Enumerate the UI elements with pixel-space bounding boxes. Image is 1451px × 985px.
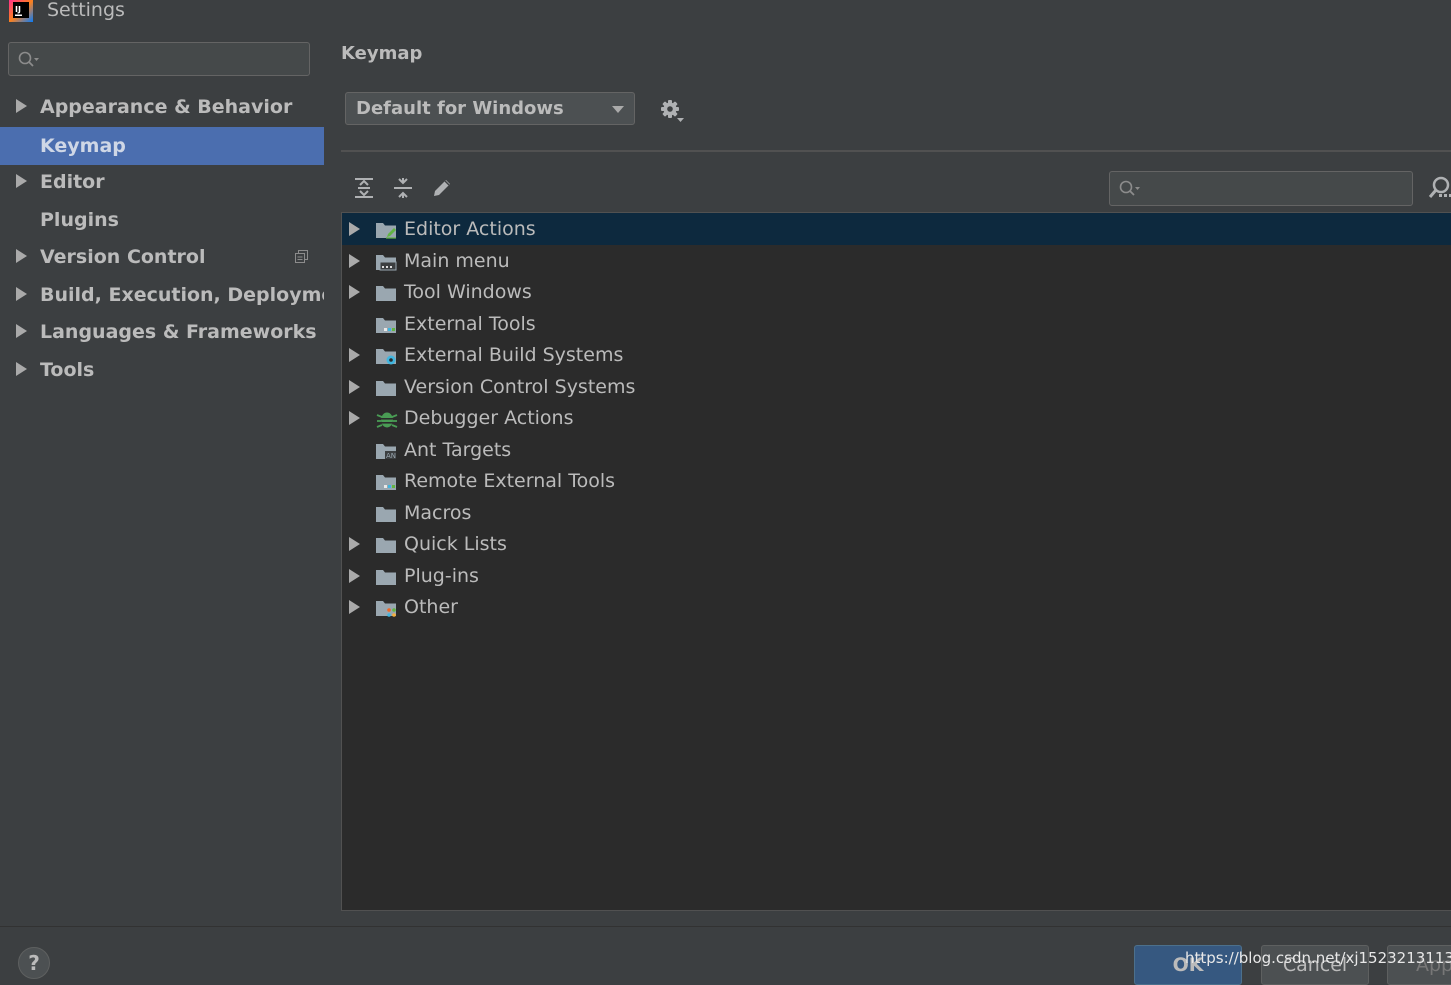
tree-row-label: Other	[404, 596, 458, 618]
folder-icon	[376, 569, 396, 585]
find-shortcut-icon[interactable]	[1427, 175, 1451, 203]
sidebar-item-appearance-behavior[interactable]: Appearance & Behavior	[0, 88, 324, 126]
tree-row-label: Remote External Tools	[404, 470, 616, 492]
sidebar-item-label: Appearance & Behavior	[40, 96, 293, 118]
folder-other-icon	[376, 601, 396, 617]
expand-arrow-icon[interactable]	[16, 174, 27, 188]
sidebar-item-version-control[interactable]: Version Control	[0, 238, 324, 276]
tree-row[interactable]: Quick Lists	[342, 528, 1451, 560]
tree-row-label: Plug-ins	[404, 564, 479, 587]
tree-row[interactable]: Other	[342, 591, 1451, 623]
svg-text:AN: AN	[386, 452, 396, 460]
sidebar-item-label: Version Control	[40, 246, 206, 268]
panel-splitter[interactable]	[324, 28, 341, 926]
expand-arrow-icon[interactable]	[349, 379, 360, 394]
keymap-action-tree[interactable]: Editor Actions Main menu Tool Windows Exter…	[341, 212, 1451, 911]
tree-row[interactable]: Editor Actions	[342, 213, 1451, 245]
keymap-scheme-select[interactable]: Default for Windows	[345, 92, 635, 125]
sidebar-item-label: Editor	[40, 171, 105, 193]
dialog-footer: ? OK Cancel Apply https://blog.csdn.net/…	[0, 926, 1451, 985]
folder-ant-icon: AN	[376, 443, 396, 460]
edit-shortcut-icon[interactable]	[430, 176, 454, 200]
folder-edit-icon	[376, 223, 396, 239]
folder-tools-icon	[376, 317, 396, 333]
bug-icon	[376, 412, 398, 428]
tree-row[interactable]: External Build Systems	[342, 339, 1451, 371]
search-icon	[18, 51, 39, 67]
tree-row-label: Tool Windows	[404, 281, 532, 303]
svg-text:IJ: IJ	[15, 5, 21, 14]
folder-icon	[376, 380, 396, 396]
title-bar: IJ Settings	[0, 0, 1451, 28]
folder-icon	[376, 286, 396, 301]
keymap-panel: Keymap Default for Windows Editor Action…	[341, 28, 1451, 926]
tree-row[interactable]: External Tools	[342, 308, 1451, 340]
sidebar-item-tools[interactable]: Tools	[0, 351, 324, 389]
sidebar-item-plugins[interactable]: Plugins	[0, 201, 324, 239]
action-search-input[interactable]	[1144, 175, 1388, 203]
folder-tools-icon	[376, 475, 396, 490]
action-search-field[interactable]	[1109, 171, 1413, 206]
copy-icon	[295, 250, 308, 263]
sidebar-item-label: Build, Execution, Deployment	[40, 284, 357, 306]
expand-arrow-icon[interactable]	[16, 249, 27, 263]
expand-arrow-icon[interactable]	[349, 537, 360, 551]
tree-row[interactable]: Macros	[342, 497, 1451, 529]
sidebar-item-label: Languages & Frameworks	[40, 321, 317, 343]
tree-row-label: Ant Targets	[404, 438, 512, 461]
expand-arrow-icon[interactable]	[349, 285, 360, 299]
tree-row-label: Main menu	[404, 249, 510, 272]
tree-row-label: Quick Lists	[404, 533, 507, 555]
sidebar-item-label: Plugins	[40, 209, 119, 231]
sidebar-item-keymap[interactable]: Keymap	[0, 127, 324, 165]
help-button[interactable]: ?	[18, 947, 50, 979]
expand-arrow-icon[interactable]	[16, 287, 27, 301]
tree-row[interactable]: Debugger Actions	[342, 402, 1451, 434]
expand-arrow-icon[interactable]	[349, 411, 360, 425]
collapse-all-icon[interactable]	[391, 176, 415, 200]
tree-row-label: Version Control Systems	[404, 375, 636, 398]
expand-arrow-icon[interactable]	[349, 222, 360, 236]
tree-row[interactable]: Tool Windows	[342, 276, 1451, 308]
expand-arrow-icon[interactable]	[16, 99, 27, 113]
expand-all-icon[interactable]	[352, 176, 376, 200]
folder-gear-icon	[376, 349, 396, 365]
sidebar-item-label: Keymap	[40, 135, 126, 157]
expand-arrow-icon[interactable]	[349, 600, 360, 614]
folder-menu-icon	[376, 254, 397, 270]
gear-icon[interactable]	[659, 98, 685, 124]
expand-arrow-icon[interactable]	[349, 568, 360, 583]
tree-row-label: External Build Systems	[404, 344, 624, 366]
expand-arrow-icon[interactable]	[16, 324, 27, 338]
tree-row[interactable]: Plug-ins	[342, 560, 1451, 592]
separator	[341, 150, 1451, 152]
tree-row[interactable]: Main menu	[342, 245, 1451, 277]
keymap-scheme-value: Default for Windows	[356, 98, 564, 119]
search-icon	[1119, 180, 1140, 196]
sidebar-search-field[interactable]	[8, 42, 310, 76]
tree-row[interactable]: Version Control Systems	[342, 371, 1451, 403]
sidebar-item-build-execution-deployment[interactable]: Build, Execution, Deployment	[0, 276, 357, 314]
sidebar-search-input[interactable]	[43, 46, 287, 74]
settings-sidebar: Appearance & Behavior Keymap Editor Plug…	[0, 28, 357, 926]
chevron-down-icon	[612, 106, 624, 113]
folder-icon	[376, 538, 396, 553]
window-title: Settings	[47, 0, 125, 21]
expand-arrow-icon[interactable]	[16, 362, 27, 376]
tree-row-label: Macros	[404, 501, 472, 524]
sidebar-item-label: Tools	[40, 359, 95, 381]
sidebar-item-languages-frameworks[interactable]: Languages & Frameworks	[0, 313, 324, 351]
folder-icon	[376, 506, 396, 522]
watermark-text: https://blog.csdn.net/xj15232131135	[1185, 949, 1451, 967]
tree-row-label: Editor Actions	[404, 218, 536, 240]
tree-row-label: Debugger Actions	[404, 407, 574, 429]
tree-row-label: External Tools	[404, 312, 536, 335]
sidebar-item-editor[interactable]: Editor	[0, 163, 324, 201]
page-title: Keymap	[341, 43, 423, 64]
expand-arrow-icon[interactable]	[349, 348, 360, 362]
intellij-app-icon: IJ	[9, 0, 33, 22]
tree-row[interactable]: AN Ant Targets	[342, 434, 1451, 466]
expand-arrow-icon[interactable]	[349, 253, 360, 268]
tree-row[interactable]: Remote External Tools	[342, 465, 1451, 497]
